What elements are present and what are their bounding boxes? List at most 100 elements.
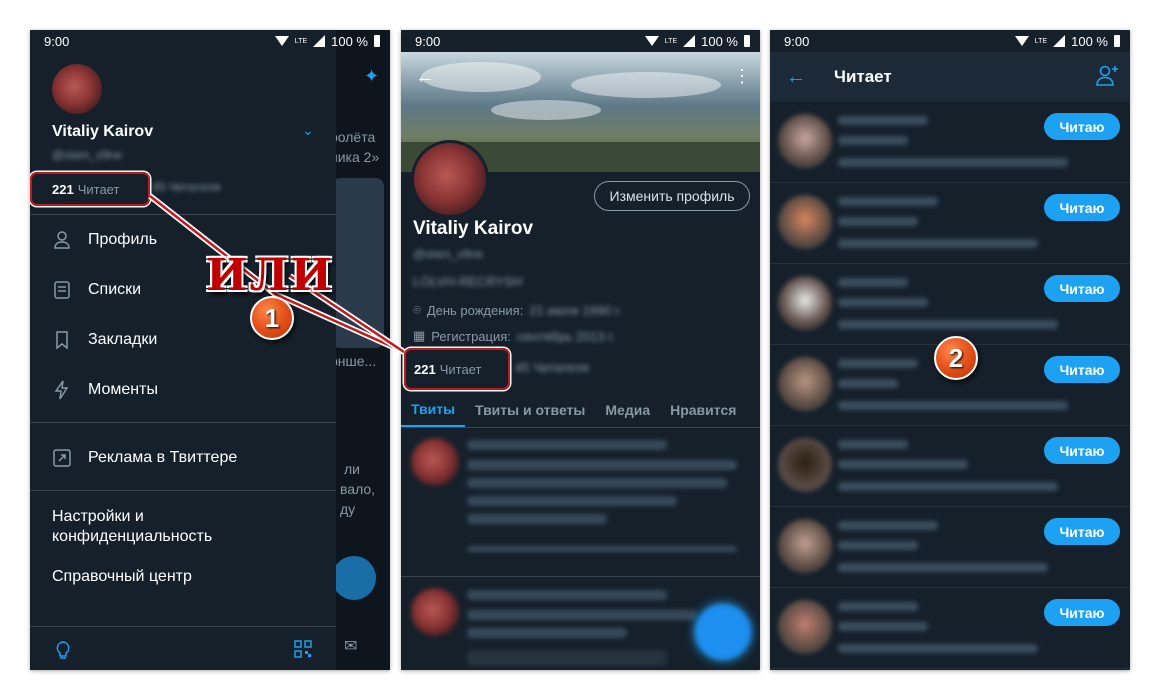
following-button[interactable]: Читаю <box>1044 275 1120 302</box>
tweet-text-line <box>467 440 667 450</box>
battery-icon <box>1114 35 1120 47</box>
menu-item-bookmarks[interactable]: Закладки <box>30 320 336 360</box>
side-drawer: Vitaliy Kairov ⌄ @slam_v9ne 221 Читает 4… <box>30 30 336 670</box>
followers-link[interactable]: 45 Читателя <box>152 180 220 194</box>
menu-item-profile[interactable]: Профиль <box>30 220 336 260</box>
battery-text: 100 % <box>1071 33 1108 49</box>
menu-label: Закладки <box>88 331 158 348</box>
back-arrow-icon[interactable]: ← <box>415 66 435 89</box>
list-item[interactable]: Читаю <box>770 183 1130 264</box>
mail-icon: ✉ <box>344 638 358 655</box>
user-text-line <box>838 482 1058 491</box>
user-text-line <box>838 136 908 145</box>
avatar <box>778 600 832 654</box>
signal-icon <box>1053 35 1066 47</box>
profile-bio: LOLVH-RECRYSH <box>413 274 523 289</box>
list-item[interactable]: Читаю <box>770 588 1130 669</box>
menu-label: Реклама в Твиттере <box>88 449 238 466</box>
battery-text: 100 % <box>701 33 738 49</box>
more-vertical-icon[interactable]: ⋮ <box>733 66 751 87</box>
back-arrow-icon[interactable]: ← <box>786 66 806 89</box>
tweet-actions <box>467 546 737 552</box>
user-text-line <box>838 217 918 226</box>
user-text-line <box>838 440 908 449</box>
profile-handle: @slam_v9ne <box>413 247 484 261</box>
user-text-line <box>838 298 928 307</box>
user-text-line <box>838 197 938 206</box>
user-text-line <box>838 602 918 611</box>
underlay-text: рнше... <box>330 353 377 369</box>
tab-tweets[interactable]: Твиты <box>401 392 466 427</box>
profile-name: Vitaliy Kairov <box>52 123 154 140</box>
menu-item-moments[interactable]: Моменты <box>30 370 336 410</box>
following-button[interactable]: Читаю <box>1044 437 1120 464</box>
tweet-item[interactable] <box>401 428 760 576</box>
avatar <box>778 438 832 492</box>
list-item[interactable]: Читаю <box>770 426 1130 507</box>
joined-row: ▦ Регистрация: сентябрь 2013 г. <box>413 328 615 344</box>
menu-item-lists[interactable]: Списки <box>30 270 336 310</box>
divider <box>30 214 336 215</box>
following-count-link[interactable]: 221 Читает <box>404 348 510 390</box>
divider <box>30 422 336 423</box>
list-item[interactable]: Читаю <box>770 102 1130 183</box>
page-title: Читает <box>834 67 892 86</box>
followers-link[interactable]: 45 Читателя <box>515 360 589 375</box>
tab-media[interactable]: Медиа <box>595 392 660 427</box>
menu-label: Списки <box>88 281 142 298</box>
edit-profile-button[interactable]: Изменить профиль <box>594 181 750 211</box>
following-count: 221 <box>52 181 74 197</box>
tweet-text-line <box>467 460 737 470</box>
help-center-link[interactable]: Справочный центр <box>52 567 192 587</box>
following-button[interactable]: Читаю <box>1044 599 1120 626</box>
user-text-line <box>838 278 908 287</box>
chevron-down-icon[interactable]: ⌄ <box>302 122 314 139</box>
external-link-icon <box>53 449 71 467</box>
avatar <box>778 195 832 249</box>
wifi-icon <box>1014 36 1029 46</box>
battery-icon <box>744 35 750 47</box>
avatar[interactable] <box>52 64 102 114</box>
battery-icon <box>374 35 380 47</box>
following-count-link[interactable]: 221 Читает <box>30 172 150 206</box>
user-text-line <box>838 521 938 530</box>
list-item[interactable]: Читаю <box>770 264 1130 345</box>
menu-label: Профиль <box>88 231 158 248</box>
bookmark-icon <box>56 331 68 350</box>
following-button[interactable]: Читаю <box>1044 356 1120 383</box>
list-item[interactable]: Читаю <box>770 507 1130 588</box>
compose-fab[interactable] <box>695 604 751 660</box>
following-button[interactable]: Читаю <box>1044 113 1120 140</box>
user-text-line <box>838 622 928 631</box>
signal-icon <box>683 35 696 47</box>
status-time: 9:00 <box>44 33 70 49</box>
tab-tweets-replies[interactable]: Твиты и ответы <box>465 392 595 427</box>
joined-value: сентябрь 2013 г. <box>516 328 616 344</box>
following-button[interactable]: Читаю <box>1044 518 1120 545</box>
user-text-line <box>838 379 898 388</box>
phone-screen-drawer: ✦ ролёта ника 2» рнше... ли вало, ду ✉ 9… <box>30 30 390 670</box>
qr-code-icon[interactable] <box>294 640 312 658</box>
status-bar: 9:00 LTE 100 % <box>401 30 760 52</box>
person-icon <box>54 231 70 249</box>
following-button[interactable]: Читаю <box>1044 194 1120 221</box>
status-time: 9:00 <box>784 33 810 49</box>
list-item[interactable]: Читаю <box>770 345 1130 426</box>
sparkle-icon: ✦ <box>364 66 380 86</box>
user-text-line <box>838 320 1058 329</box>
avatar <box>778 357 832 411</box>
avatar[interactable] <box>411 140 489 218</box>
location-pin-icon: ⌾ <box>413 302 421 317</box>
settings-privacy-link[interactable]: Настройки и конфиденциальность <box>52 507 212 547</box>
user-text-line <box>838 116 928 125</box>
avatar <box>778 519 832 573</box>
timeline-underlay: ✦ ролёта ника 2» рнше... ли вало, ду ✉ <box>330 30 390 670</box>
avatar <box>778 114 832 168</box>
lightning-icon <box>54 380 69 400</box>
tab-likes[interactable]: Нравится <box>660 392 746 427</box>
add-user-icon[interactable] <box>1096 64 1120 86</box>
compose-fab[interactable] <box>332 556 376 600</box>
lightbulb-icon[interactable] <box>54 640 72 660</box>
menu-item-ads[interactable]: Реклама в Твиттере <box>30 438 336 478</box>
tweet-avatar <box>411 438 459 486</box>
